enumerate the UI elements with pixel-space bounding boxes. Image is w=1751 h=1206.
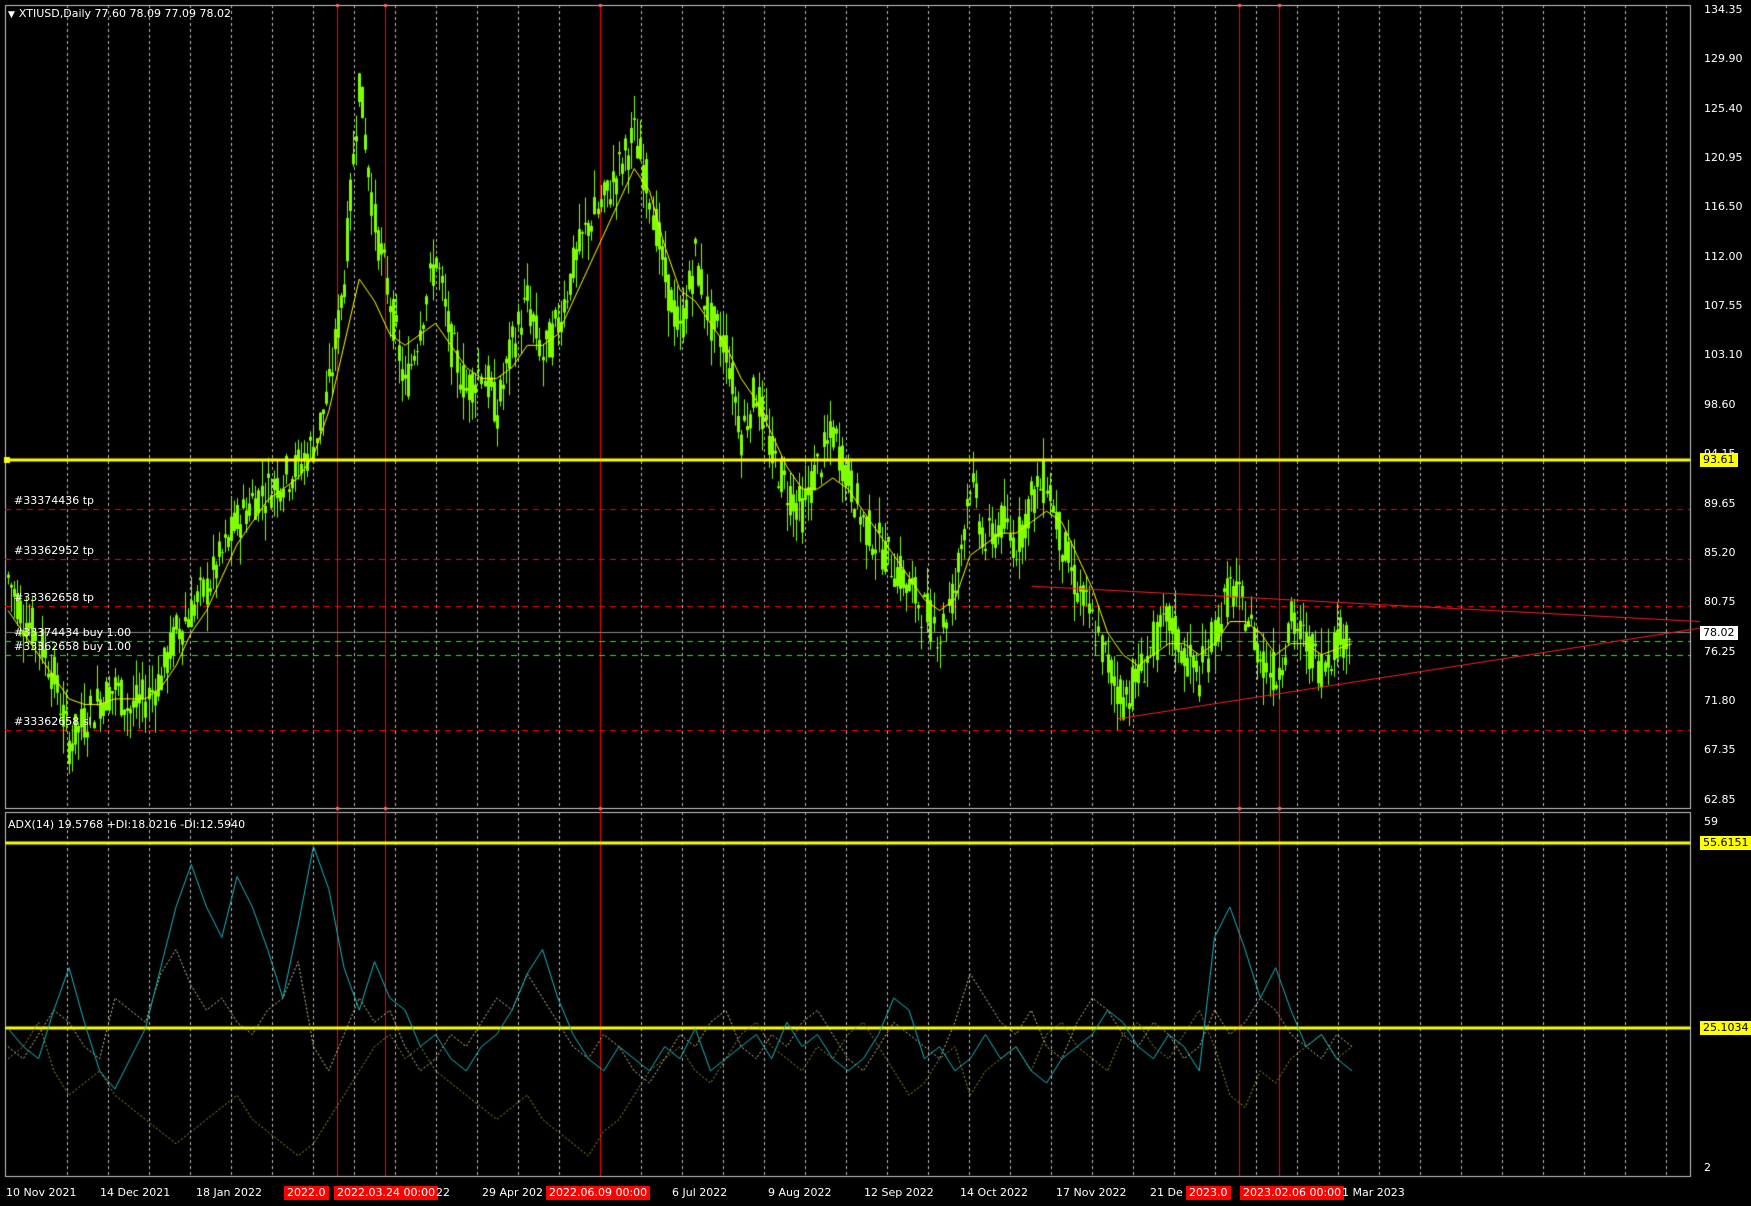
adx-axis-label: 59	[1704, 815, 1718, 828]
order-label: #33362658 sl	[14, 715, 92, 728]
time-axis-label: 18 Jan 2022	[196, 1186, 262, 1199]
price-axis-label: 76.25	[1704, 645, 1736, 658]
price-axis-label: 89.65	[1704, 497, 1736, 510]
time-axis-label: 1 Mar 2023	[1342, 1186, 1405, 1199]
price-axis-label: 120.95	[1704, 151, 1743, 164]
time-marker-label: 2022.03.24 00:00	[334, 1186, 439, 1200]
time-marker-label: 2022.0	[284, 1186, 329, 1200]
time-axis-label: 6 Jul 2022	[672, 1186, 728, 1199]
time-marker-label: 2023.02.06 00:00	[1240, 1186, 1345, 1200]
chart-title: ▼ XTIUSD,Daily 77.60 78.09 77.09 78.02	[8, 7, 232, 20]
time-axis-label: 12 Sep 2022	[864, 1186, 934, 1199]
chart-canvas[interactable]	[0, 0, 1751, 1206]
order-label: #33374436 tp	[14, 494, 94, 507]
price-axis-label: 62.85	[1704, 793, 1736, 806]
adx-title: ADX(14) 19.5768 +DI:18.0216 -DI:12.5940	[8, 818, 246, 831]
dropdown-arrow-icon[interactable]: ▼	[8, 10, 15, 20]
price-axis-label: 103.10	[1704, 348, 1743, 361]
time-axis-label: 17 Nov 2022	[1056, 1186, 1127, 1199]
price-axis-label: 129.90	[1704, 52, 1743, 65]
resistance-level-badge: 93.61	[1700, 453, 1738, 467]
current-price-badge: 78.02	[1700, 625, 1738, 640]
time-axis-label: 14 Dec 2021	[100, 1186, 171, 1199]
time-axis-label: 10 Nov 2021	[6, 1186, 77, 1199]
price-axis-label: 67.35	[1704, 743, 1736, 756]
adx-low-level-badge: 25.1034	[1700, 1021, 1751, 1035]
price-axis-label: 112.00	[1704, 250, 1743, 263]
adx-high-level-badge: 55.6151	[1700, 836, 1751, 850]
order-label: #33374434 buy 1.00	[14, 626, 132, 639]
price-axis-label: 71.80	[1704, 694, 1736, 707]
price-axis-label: 107.55	[1704, 299, 1743, 312]
price-axis-label: 80.75	[1704, 595, 1736, 608]
order-label: #33362658 buy 1.00	[14, 640, 132, 653]
order-label: #33362952 tp	[14, 544, 94, 557]
price-axis-label: 85.20	[1704, 546, 1736, 559]
time-axis-label: 29 Apr 202	[482, 1186, 544, 1199]
time-axis-label: 22	[436, 1186, 450, 1199]
price-axis-label: 125.40	[1704, 102, 1743, 115]
price-axis-label: 116.50	[1704, 200, 1743, 213]
time-marker-label: 2023.0	[1186, 1186, 1231, 1200]
price-axis-label: 98.60	[1704, 398, 1736, 411]
order-label: #33362658 tp	[14, 591, 94, 604]
time-marker-label: 2022.06.09 00:00	[546, 1186, 651, 1200]
adx-axis-label: 2	[1704, 1161, 1711, 1174]
time-axis-label: 21 De	[1150, 1186, 1183, 1199]
price-axis-label: 134.35	[1704, 3, 1743, 16]
time-axis-label: 9 Aug 2022	[768, 1186, 832, 1199]
time-axis-label: 14 Oct 2022	[960, 1186, 1029, 1199]
